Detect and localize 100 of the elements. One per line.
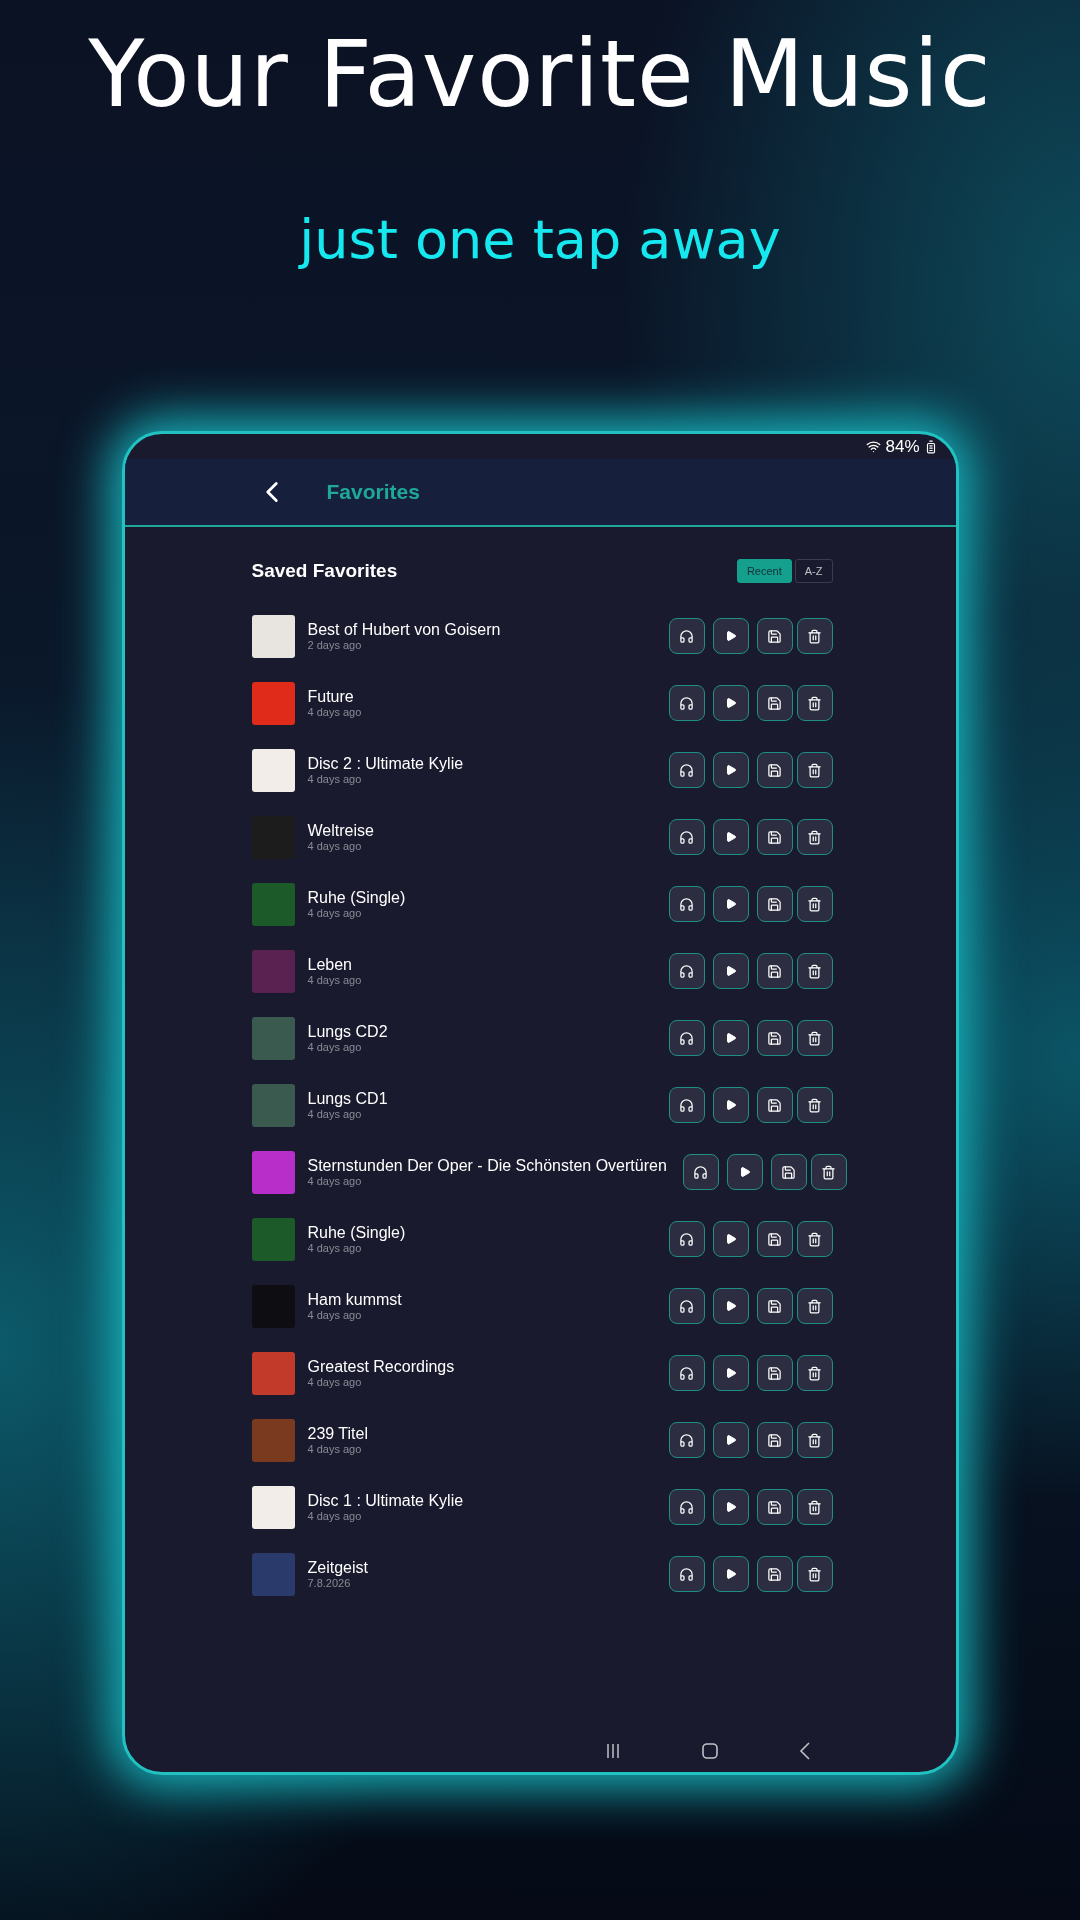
- delete-button[interactable]: [796, 1288, 833, 1324]
- album-title: 239 Titel: [307, 1424, 368, 1443]
- delete-button[interactable]: [796, 1020, 833, 1056]
- trash-icon: [807, 1499, 822, 1515]
- album-title: Weltreise: [307, 821, 374, 840]
- saved-time: 4 days ago: [307, 907, 363, 920]
- delete-button[interactable]: [810, 1154, 847, 1190]
- saved-time: 2 days ago: [307, 639, 363, 652]
- save-button[interactable]: [756, 1556, 793, 1592]
- save-button[interactable]: [756, 618, 793, 654]
- save-button[interactable]: [756, 886, 793, 922]
- recent-apps-icon[interactable]: [604, 1743, 621, 1759]
- listen-button[interactable]: [668, 685, 705, 721]
- play-icon: [724, 898, 737, 910]
- play-button[interactable]: [712, 1288, 749, 1324]
- album-title: Greatest Recordings: [307, 1357, 455, 1376]
- listen-button[interactable]: [668, 819, 705, 855]
- listen-button[interactable]: [668, 1087, 705, 1123]
- save-button[interactable]: [756, 1355, 793, 1391]
- album-title: Disc 1 : Ultimate Kylie: [307, 1491, 464, 1510]
- subheadline: just one tap away: [299, 210, 781, 270]
- save-button[interactable]: [756, 1221, 793, 1257]
- listen-button[interactable]: [668, 1489, 705, 1525]
- delete-button[interactable]: [796, 819, 833, 855]
- headphones-icon: [679, 1365, 694, 1381]
- play-icon: [724, 1300, 737, 1312]
- delete-button[interactable]: [796, 1355, 833, 1391]
- delete-button[interactable]: [796, 1489, 833, 1525]
- play-button[interactable]: [712, 1087, 749, 1123]
- play-icon: [724, 630, 737, 642]
- play-button[interactable]: [712, 618, 749, 654]
- save-button[interactable]: [756, 1489, 793, 1525]
- save-button[interactable]: [756, 1020, 793, 1056]
- home-icon[interactable]: [700, 1742, 719, 1760]
- delete-button[interactable]: [796, 953, 833, 989]
- saved-time: 4 days ago: [307, 1376, 363, 1389]
- play-button[interactable]: [712, 752, 749, 788]
- listen-button[interactable]: [668, 1355, 705, 1391]
- trash-icon: [807, 963, 822, 979]
- trash-icon: [807, 628, 822, 644]
- play-button[interactable]: [712, 1489, 749, 1525]
- delete-button[interactable]: [796, 685, 833, 721]
- back-icon[interactable]: [798, 1742, 811, 1760]
- listen-button[interactable]: [668, 953, 705, 989]
- save-button[interactable]: [756, 819, 793, 855]
- delete-button[interactable]: [796, 1422, 833, 1458]
- headphones-icon: [679, 695, 694, 711]
- save-button[interactable]: [756, 1288, 793, 1324]
- delete-button[interactable]: [796, 618, 833, 654]
- play-button[interactable]: [712, 1020, 749, 1056]
- album-title: Disc 2 : Ultimate Kylie: [307, 754, 464, 773]
- album-title: Future: [307, 687, 355, 706]
- play-button[interactable]: [712, 886, 749, 922]
- headphones-icon: [679, 829, 694, 845]
- save-button[interactable]: [756, 752, 793, 788]
- save-button[interactable]: [756, 953, 793, 989]
- saved-time: 4 days ago: [307, 706, 362, 719]
- play-button[interactable]: [712, 953, 749, 989]
- play-button[interactable]: [712, 1422, 749, 1458]
- trash-icon: [821, 1164, 837, 1180]
- listen-button[interactable]: [668, 1020, 705, 1056]
- play-button[interactable]: [712, 685, 749, 721]
- play-icon: [724, 1434, 737, 1446]
- listen-button[interactable]: [668, 1221, 705, 1257]
- trash-icon: [807, 695, 822, 711]
- album-title: Lungs CD1: [307, 1089, 388, 1108]
- delete-button[interactable]: [796, 752, 833, 788]
- saved-time: 4 days ago: [307, 1041, 363, 1054]
- listen-button[interactable]: [682, 1154, 719, 1190]
- play-button[interactable]: [726, 1154, 763, 1190]
- save-button[interactable]: [756, 1422, 793, 1458]
- listen-button[interactable]: [668, 886, 705, 922]
- listen-button[interactable]: [668, 752, 705, 788]
- listen-button[interactable]: [668, 1422, 705, 1458]
- headline: Your Favorite Music: [88, 20, 992, 130]
- listen-button[interactable]: [668, 1556, 705, 1592]
- delete-button[interactable]: [796, 1556, 833, 1592]
- listen-button[interactable]: [668, 618, 705, 654]
- sort-tab[interactable]: A-Z: [794, 559, 833, 584]
- album-title: Ham kummst: [307, 1290, 402, 1309]
- trash-icon: [807, 829, 822, 845]
- listen-button[interactable]: [668, 1288, 705, 1324]
- delete-button[interactable]: [796, 1221, 833, 1257]
- trash-icon: [807, 1097, 822, 1113]
- headphones-icon: [693, 1164, 709, 1180]
- save-button[interactable]: [756, 685, 793, 721]
- play-button[interactable]: [712, 1556, 749, 1592]
- save-button[interactable]: [770, 1154, 807, 1190]
- album-title: Leben: [307, 955, 353, 974]
- save-button[interactable]: [756, 1087, 793, 1123]
- trash-icon: [807, 1298, 822, 1314]
- play-button[interactable]: [712, 819, 749, 855]
- play-button[interactable]: [712, 1221, 749, 1257]
- sort-tab[interactable]: Recent: [736, 559, 792, 584]
- delete-button[interactable]: [796, 886, 833, 922]
- saved-time: 4 days ago: [307, 1443, 363, 1456]
- headphones-icon: [679, 1566, 694, 1582]
- play-icon: [724, 1233, 737, 1245]
- delete-button[interactable]: [796, 1087, 833, 1123]
- play-button[interactable]: [712, 1355, 749, 1391]
